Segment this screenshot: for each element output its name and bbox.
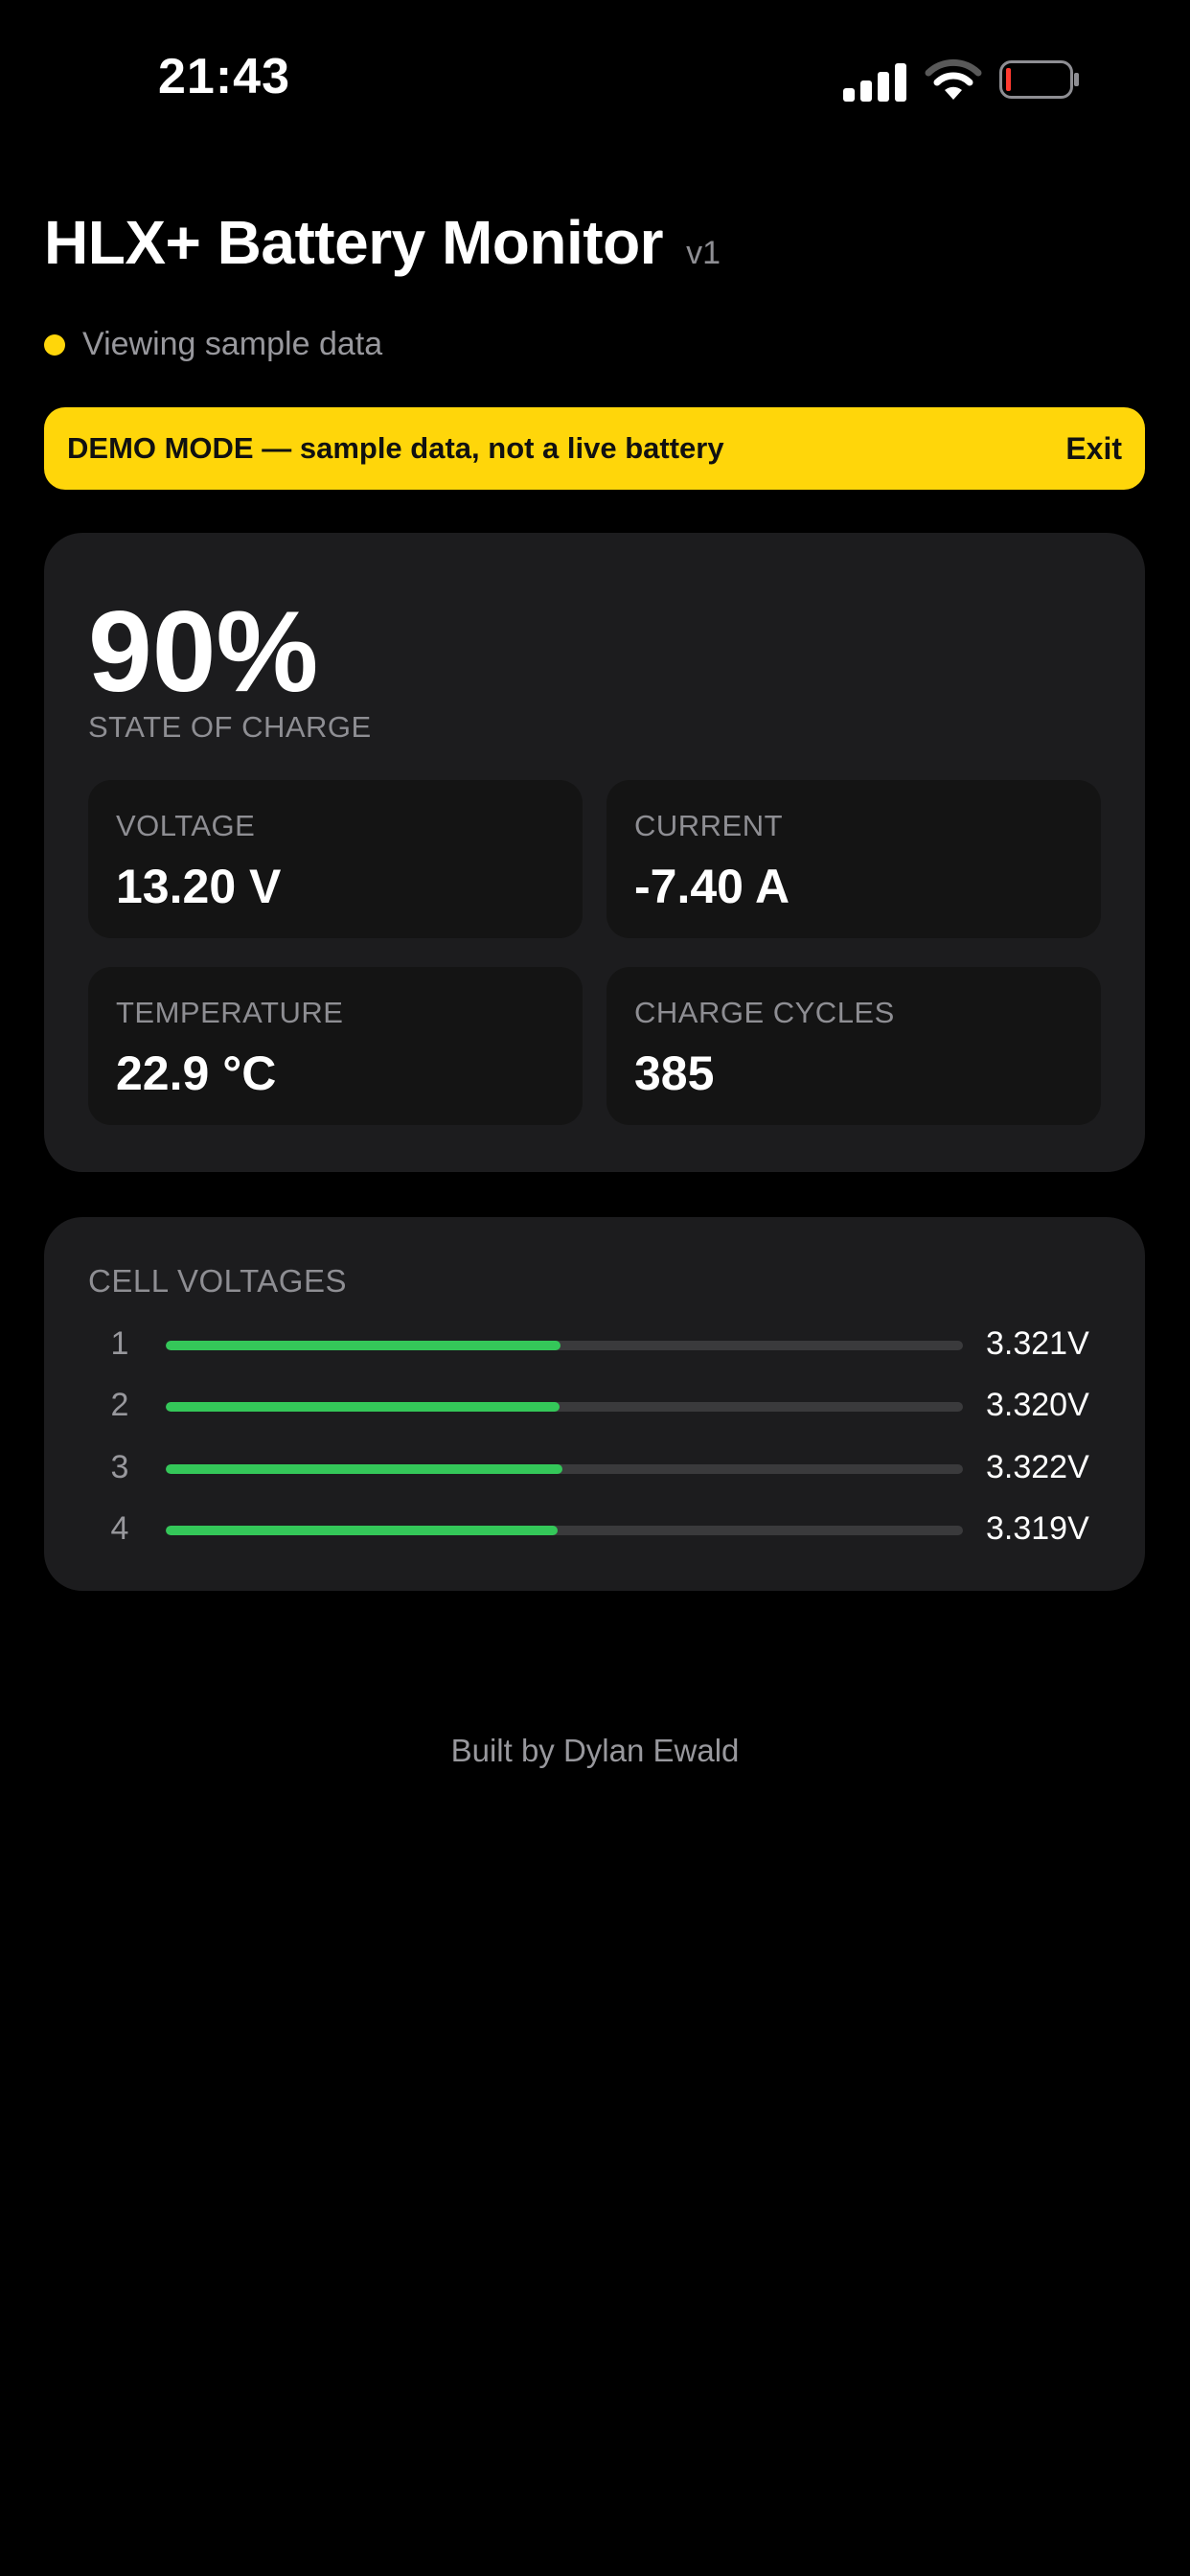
status-bar: 21:43 bbox=[0, 0, 1190, 144]
state-of-charge-value: 90% bbox=[88, 587, 319, 716]
wifi-icon bbox=[925, 58, 982, 100]
cell-index: 2 bbox=[110, 1387, 129, 1423]
page-title: HLX+ Battery Monitor bbox=[44, 208, 664, 277]
cell-voltage-bar bbox=[166, 1341, 963, 1350]
exit-demo-button[interactable]: Exit bbox=[1065, 431, 1122, 467]
cell-index: 3 bbox=[110, 1449, 129, 1485]
version-label: v1 bbox=[686, 235, 721, 271]
voltage-tile: VOLTAGE 13.20 V bbox=[88, 780, 583, 938]
cell-voltage-value: 3.321V bbox=[986, 1325, 1089, 1362]
temperature-tile: TEMPERATURE 22.9 °C bbox=[88, 967, 583, 1125]
cell-row: 4 3.319V bbox=[44, 1499, 1145, 1560]
cell-index: 1 bbox=[110, 1325, 129, 1362]
metric-label: CHARGE CYCLES bbox=[634, 996, 895, 1029]
connection-status-text: Viewing sample data bbox=[82, 326, 383, 362]
metric-label: CURRENT bbox=[634, 809, 784, 842]
cell-voltage-bar bbox=[166, 1526, 963, 1535]
header: HLX+ Battery Monitor v1 bbox=[44, 207, 721, 278]
metric-label: VOLTAGE bbox=[116, 809, 256, 842]
demo-mode-text: DEMO MODE — sample data, not a live batt… bbox=[67, 431, 724, 465]
metric-value: 13.20 V bbox=[116, 860, 282, 913]
cell-voltage-fill bbox=[166, 1526, 558, 1535]
connection-status: Viewing sample data bbox=[44, 326, 382, 363]
metric-value: 385 bbox=[634, 1046, 715, 1100]
state-of-charge-label: STATE OF CHARGE bbox=[88, 710, 372, 744]
status-time: 21:43 bbox=[158, 49, 290, 104]
current-tile: CURRENT -7.40 A bbox=[606, 780, 1101, 938]
cell-voltages-card: CELL VOLTAGES 1 3.321V 2 3.320V 3 3.322V… bbox=[44, 1217, 1145, 1591]
cell-row: 1 3.321V bbox=[44, 1314, 1145, 1375]
cell-row: 3 3.322V bbox=[44, 1438, 1145, 1499]
cell-voltage-fill bbox=[166, 1341, 561, 1350]
footer-credit: Built by Dylan Ewald bbox=[450, 1733, 740, 1768]
cell-row: 2 3.320V bbox=[44, 1375, 1145, 1437]
demo-mode-banner: DEMO MODE — sample data, not a live batt… bbox=[44, 407, 1145, 490]
cell-voltage-value: 3.320V bbox=[986, 1387, 1089, 1423]
cell-voltage-bar bbox=[166, 1402, 963, 1412]
cell-voltage-value: 3.319V bbox=[986, 1510, 1089, 1547]
status-dot-icon bbox=[44, 334, 65, 356]
low-battery-icon bbox=[999, 60, 1079, 99]
metric-label: TEMPERATURE bbox=[116, 996, 344, 1029]
cell-voltage-value: 3.322V bbox=[986, 1449, 1089, 1485]
cell-voltage-fill bbox=[166, 1402, 560, 1412]
metric-value: -7.40 A bbox=[634, 860, 790, 913]
cell-index: 4 bbox=[110, 1510, 129, 1547]
metric-value: 22.9 °C bbox=[116, 1046, 277, 1100]
battery-summary-card: 90% STATE OF CHARGE VOLTAGE 13.20 V CURR… bbox=[44, 533, 1145, 1172]
cellular-signal-icon bbox=[843, 61, 906, 102]
cell-voltage-fill bbox=[166, 1464, 563, 1474]
charge-cycles-tile: CHARGE CYCLES 385 bbox=[606, 967, 1101, 1125]
cell-voltages-title: CELL VOLTAGES bbox=[88, 1263, 347, 1299]
cell-voltage-bar bbox=[166, 1464, 963, 1474]
